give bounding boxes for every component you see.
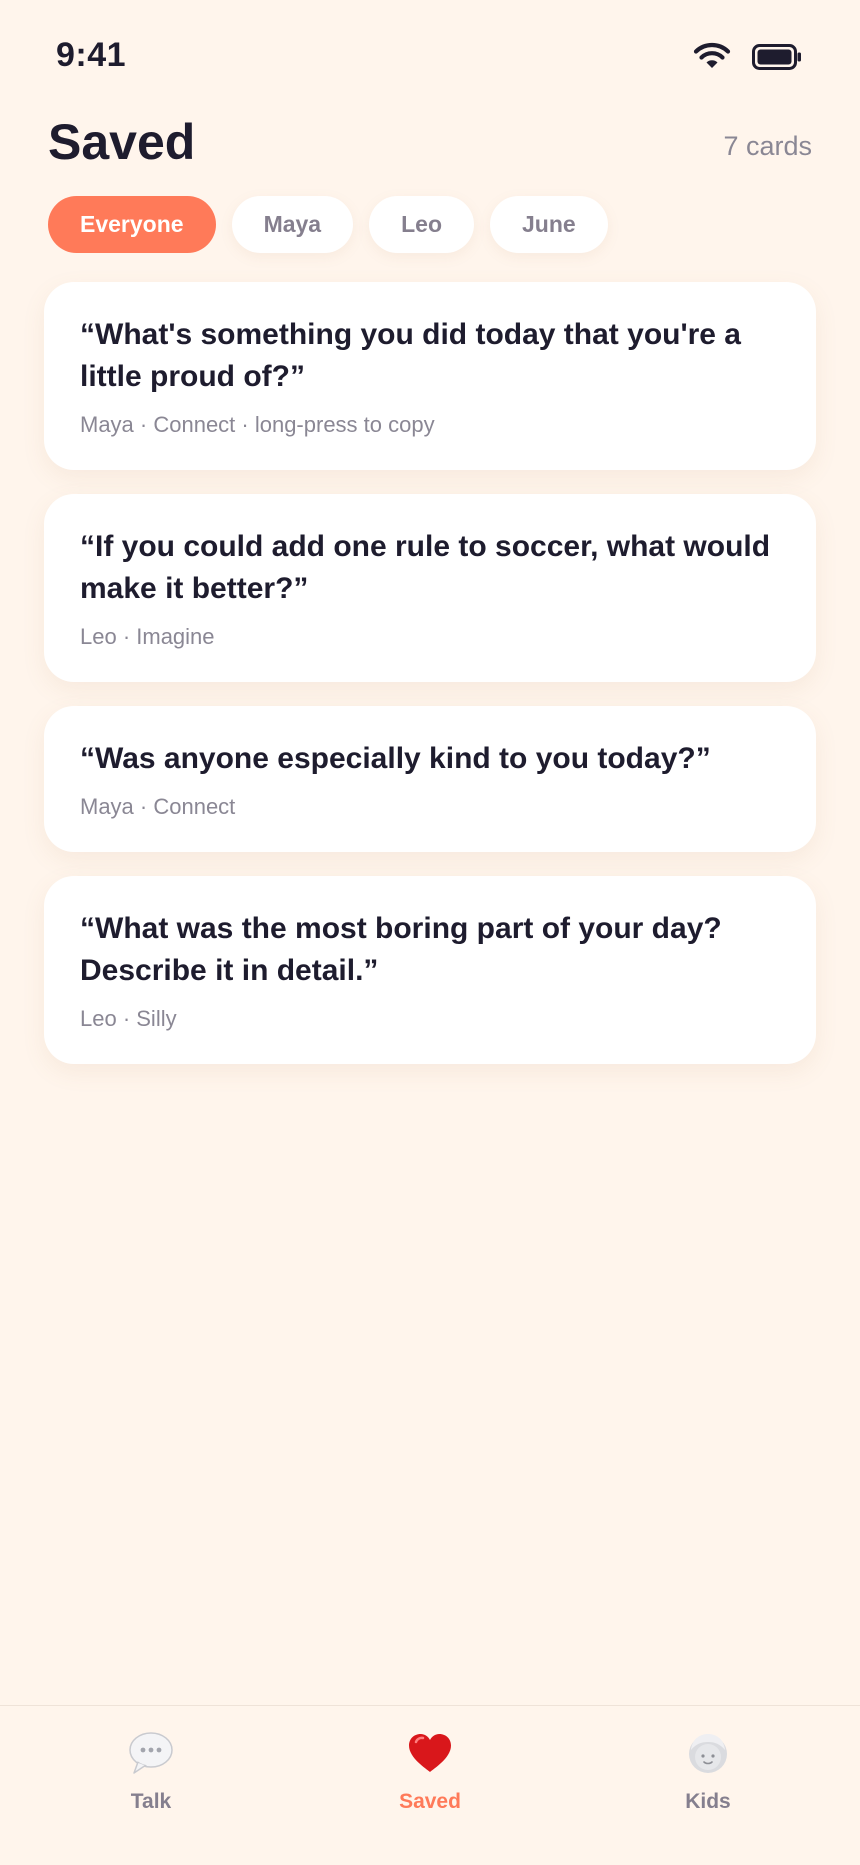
filter-chip-everyone[interactable]: Everyone bbox=[48, 196, 216, 253]
child-face-icon bbox=[683, 1728, 733, 1778]
saved-card[interactable]: “If you could add one rule to soccer, wh… bbox=[44, 494, 816, 682]
tab-label: Saved bbox=[399, 1790, 461, 1813]
header: Saved 7 cards bbox=[48, 110, 812, 174]
tab-bar: Talk Saved Kids bbox=[0, 1705, 860, 1865]
card-meta: Maya · Connect bbox=[80, 794, 236, 819]
card-meta: Maya · Connect · long-press to copy bbox=[80, 412, 435, 437]
card-meta: Leo · Silly bbox=[80, 1006, 177, 1031]
card-meta: Leo · Imagine bbox=[80, 624, 215, 649]
saved-card[interactable]: “Was anyone especially kind to you today… bbox=[44, 706, 816, 852]
card-question: “What was the most boring part of your d… bbox=[80, 912, 722, 987]
tab-label: Talk bbox=[130, 1790, 172, 1813]
kid-filter-chips: Everyone Maya Leo June bbox=[48, 196, 608, 253]
saved-cards-list: “What's something you did today that you… bbox=[44, 282, 816, 1064]
card-question: “What's something you did today that you… bbox=[80, 318, 741, 393]
card-question: “If you could add one rule to soccer, wh… bbox=[80, 530, 771, 605]
tab-saved[interactable]: Saved bbox=[330, 1728, 530, 1814]
saved-card[interactable]: “What was the most boring part of your d… bbox=[44, 876, 816, 1064]
tab-label: Kids bbox=[685, 1790, 731, 1813]
status-icons bbox=[692, 42, 802, 77]
card-question: “Was anyone especially kind to you today… bbox=[80, 742, 711, 775]
tab-kids[interactable]: Kids bbox=[608, 1728, 808, 1814]
filter-chip-maya[interactable]: Maya bbox=[231, 196, 354, 253]
status-time: 9:41 bbox=[56, 36, 127, 74]
status-bar: 9:41 bbox=[0, 0, 860, 116]
tab-talk[interactable]: Talk bbox=[51, 1728, 251, 1814]
page-title: Saved bbox=[48, 114, 196, 170]
filter-chip-leo[interactable]: Leo bbox=[369, 196, 474, 253]
filter-chip-june[interactable]: June bbox=[490, 196, 608, 253]
card-count: 7 cards bbox=[723, 131, 812, 161]
heart-icon bbox=[405, 1728, 455, 1778]
speech-bubble-icon bbox=[126, 1728, 176, 1778]
battery-icon bbox=[752, 44, 802, 75]
saved-card[interactable]: “What's something you did today that you… bbox=[44, 282, 816, 470]
wifi-icon bbox=[692, 42, 732, 77]
